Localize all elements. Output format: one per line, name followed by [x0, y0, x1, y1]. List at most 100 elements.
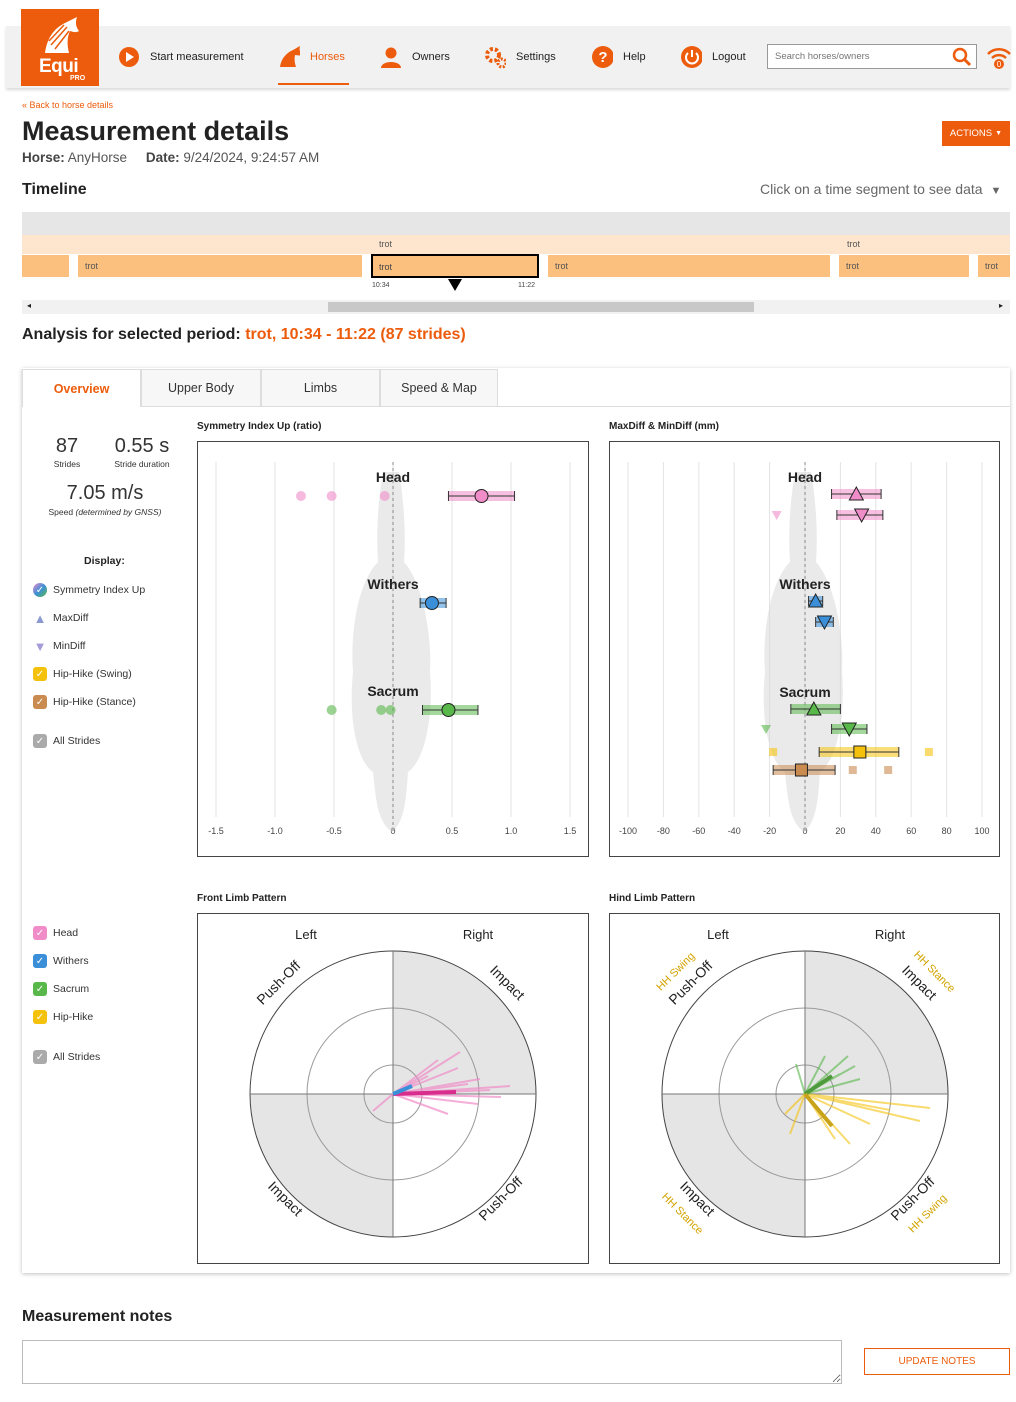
tab-limbs[interactable]: Limbs — [261, 369, 380, 407]
horse-silhouette — [351, 472, 431, 832]
analysis-heading: Analysis for selected period: trot, 10:3… — [22, 326, 466, 344]
segment-label: trot — [379, 239, 393, 249]
tick-label: -100 — [619, 826, 637, 836]
horse-logo-icon — [45, 17, 79, 53]
outlier-point — [771, 511, 782, 520]
caret-down-icon: ▼ — [990, 185, 1002, 197]
checkbox-label: Symmetry Index Up — [53, 584, 146, 596]
strides-label: Strides — [53, 459, 81, 469]
checkbox-label: MinDiff — [53, 640, 86, 652]
tab-upper-body[interactable]: Upper Body — [141, 369, 261, 407]
segment-label: trot — [985, 261, 999, 271]
speed-value: 7.05 m/s — [66, 482, 144, 504]
speed-caption: Speed (determined by GNSS) — [30, 507, 180, 517]
nav-horses[interactable]: Horses — [278, 44, 345, 70]
timeline-hint-text: Click on a time segment to see data — [760, 181, 983, 197]
checkbox-checked-icon: ✓ — [33, 954, 47, 968]
tick-label: 0.5 — [446, 826, 459, 836]
nav-owners[interactable]: Owners — [380, 44, 450, 70]
checkbox-withers[interactable]: ✓ Withers — [33, 954, 89, 968]
checkbox-label: Hip-Hike (Swing) — [53, 668, 132, 680]
checkbox-hip-hike-swing[interactable]: ✓ Hip-Hike (Swing) — [33, 667, 132, 681]
timeline-segment-upper[interactable]: trot — [372, 235, 539, 254]
body-label: Head — [376, 469, 410, 485]
nav-help[interactable]: ? Help — [591, 44, 646, 70]
left-label: Left — [295, 927, 317, 942]
checkbox-hip-hike-stance[interactable]: ✓ Hip-Hike (Stance) — [33, 695, 136, 709]
timeline-hint[interactable]: Click on a time segment to see data ▼ — [760, 181, 1001, 197]
segment-label: trot — [846, 261, 860, 271]
checkbox-mindiff[interactable]: ▼ MinDiff — [33, 639, 86, 654]
body-label: Withers — [367, 576, 418, 592]
checkbox-checked-icon: ✓ — [33, 982, 47, 996]
measurement-notes-input[interactable] — [22, 1340, 842, 1384]
checkbox-label: All Strides — [53, 1051, 101, 1063]
body-label: Head — [788, 469, 822, 485]
nav-label: Horses — [310, 51, 345, 63]
checkbox-all-strides-limbs[interactable]: ✓ All Strides — [33, 1050, 100, 1064]
selected-start-time: 10:34 — [372, 282, 390, 289]
stride-duration-label: Stride duration — [114, 459, 170, 469]
search-icon[interactable] — [952, 47, 972, 67]
strides-value: 87 — [55, 435, 79, 457]
checkbox-maxdiff[interactable]: ▲ MaxDiff — [33, 611, 89, 626]
checkbox-all-strides[interactable]: ✓ All Strides — [33, 734, 100, 748]
timeline-marker-icon — [448, 279, 462, 291]
tick-label: -80 — [657, 826, 670, 836]
scrollbar-thumb[interactable] — [328, 302, 754, 312]
symmetry-chart-panel: -1.5-1.0-0.500.51.01.5 HeadWithersSacrum — [197, 441, 589, 857]
scroll-left-icon[interactable]: ◂ — [27, 301, 31, 310]
scroll-right-icon[interactable]: ▸ — [999, 301, 1003, 310]
timeline-segment[interactable]: trot — [839, 255, 969, 277]
checkbox-label: All Strides — [53, 735, 101, 747]
tick-label: -20 — [763, 826, 776, 836]
checkbox-label: Head — [53, 927, 79, 939]
timeline-segment[interactable]: trot — [78, 255, 362, 277]
checkbox-sacrum[interactable]: ✓ Sacrum — [33, 982, 89, 996]
timeline-segment[interactable]: trot — [978, 255, 1010, 277]
actions-button[interactable]: ACTIONS ▼ — [942, 121, 1010, 146]
tab-speed-map[interactable]: Speed & Map — [380, 369, 498, 407]
checkbox-hip-hike[interactable]: ✓ Hip-Hike — [33, 1010, 93, 1024]
selected-end-time: 11:22 — [518, 282, 535, 289]
play-icon — [118, 46, 140, 68]
timeline-segment-upper[interactable]: trot — [840, 235, 1010, 254]
hind-limb-polar-chart: Left Right Push-Off HH Swing Impact HH S… — [654, 927, 957, 1238]
front-limb-title: Front Limb Pattern — [197, 893, 287, 904]
tick-label: -1.0 — [267, 826, 283, 836]
symmetry-chart-title: Symmetry Index Up (ratio) — [197, 421, 322, 432]
nav-label: Settings — [516, 51, 556, 63]
tick-label: 100 — [974, 826, 989, 836]
checkbox-symmetry-index-up[interactable]: ✓ Symmetry Index Up — [33, 583, 145, 597]
nav-logout[interactable]: Logout — [680, 44, 746, 70]
nav-settings[interactable]: Settings — [484, 44, 556, 70]
update-notes-button[interactable]: UPDATE NOTES — [864, 1348, 1010, 1375]
outlier-point — [769, 748, 778, 756]
person-icon — [380, 46, 402, 68]
search-input[interactable] — [767, 44, 977, 69]
checkbox-head[interactable]: ✓ Head — [33, 926, 78, 940]
tick-label: -0.5 — [326, 826, 342, 836]
timeline-segment-selected[interactable]: trot — [371, 254, 539, 278]
tick-label: 60 — [906, 826, 916, 836]
timeline-track — [22, 212, 1010, 236]
equi-pro-logo[interactable]: Equi PRO — [21, 9, 99, 86]
front-limb-panel: Left Right Push-Off Impact Impact Push-O… — [197, 913, 589, 1264]
back-to-horse-details-link[interactable]: « Back to horse details — [22, 100, 113, 110]
timeline-segment[interactable]: trot — [548, 255, 830, 277]
body-label: Sacrum — [367, 683, 418, 699]
checkbox-label: MaxDiff — [53, 612, 89, 624]
timeline-segment[interactable] — [22, 255, 69, 277]
wifi-signal-icon[interactable]: 0 — [986, 44, 1012, 72]
checkbox-label: Hip-Hike — [53, 1011, 94, 1023]
date-label: Date: — [145, 150, 180, 165]
tick-label: 80 — [942, 826, 952, 836]
display-title: Display: — [84, 555, 125, 567]
nav-start-measurement[interactable]: Start measurement — [118, 44, 244, 70]
symmetry-chart: -1.5-1.0-0.500.51.01.5 HeadWithersSacrum — [208, 462, 576, 836]
signal-badge: 0 — [997, 60, 1002, 69]
tab-overview[interactable]: Overview — [22, 369, 141, 407]
mean-marker-hip-hike — [794, 763, 808, 777]
head-mean-vector — [392, 1090, 457, 1096]
front-limb-polar-chart: Left Right Push-Off Impact Impact Push-O… — [249, 927, 537, 1238]
